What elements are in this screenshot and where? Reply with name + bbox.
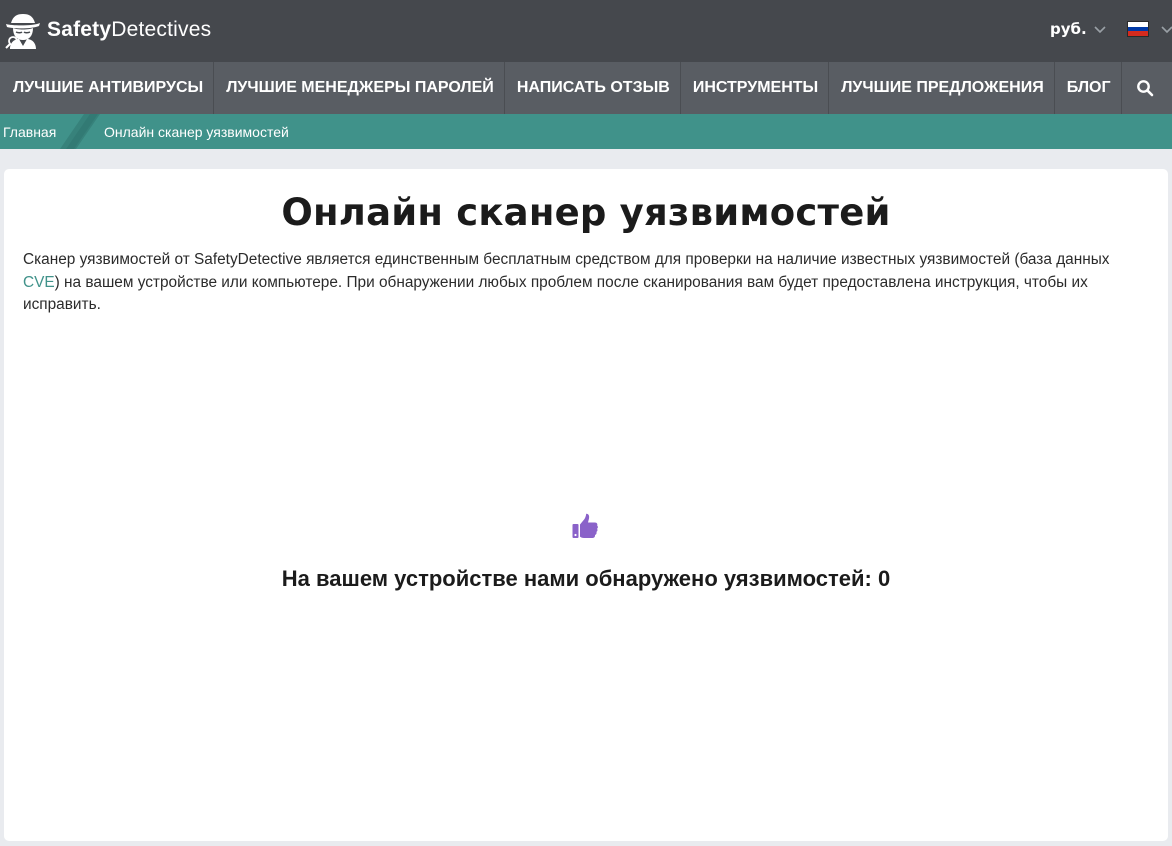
detective-logo-icon — [5, 14, 40, 49]
nav-item-best-antivirus[interactable]: ЛУЧШИЕ АНТИВИРУСЫ — [0, 62, 215, 114]
breadcrumb-current: Онлайн сканер уязвимостей — [104, 124, 289, 140]
search-button[interactable] — [1122, 62, 1168, 114]
nav-item-blog[interactable]: БЛОГ — [1055, 62, 1122, 114]
main-navigation: ЛУЧШИЕ АНТИВИРУСЫ ЛУЧШИЕ МЕНЕДЖЕРЫ ПАРОЛ… — [0, 62, 1172, 114]
cve-link[interactable]: CVE — [23, 274, 55, 291]
breadcrumb-separator — [60, 114, 100, 149]
currency-label: руб. — [1050, 20, 1087, 38]
chevron-down-icon — [1161, 26, 1172, 34]
intro-text-start: Сканер уязвимостей от SafetyDetective яв… — [23, 251, 1110, 268]
page-title: Онлайн сканер уязвимостей — [281, 191, 891, 234]
nav-item-write-review[interactable]: НАПИСАТЬ ОТЗЫВ — [505, 62, 681, 114]
content-card: Онлайн сканер уязвимостей Сканер уязвимо… — [4, 169, 1168, 841]
language-selector[interactable] — [1127, 20, 1172, 38]
thumbs-up-icon — [572, 513, 598, 538]
intro-text-end: ) на вашем устройстве или компьютере. Пр… — [23, 273, 1088, 314]
logo-link[interactable]: SafetyDetectives — [3, 10, 211, 50]
nav-item-best-password-managers[interactable]: ЛУЧШИЕ МЕНЕДЖЕРЫ ПАРОЛЕЙ — [214, 62, 505, 114]
breadcrumb-home-link[interactable]: Главная — [3, 124, 56, 140]
logo-wordmark: SafetyDetectives — [47, 18, 212, 41]
intro-paragraph: Сканер уязвимостей от SafetyDetective яв… — [23, 249, 1145, 317]
chevron-down-icon — [1094, 26, 1106, 34]
currency-selector[interactable]: руб. — [1050, 20, 1107, 38]
russian-flag-icon — [1127, 21, 1149, 37]
search-icon — [1136, 80, 1153, 97]
nav-item-tools[interactable]: ИНСТРУМЕНТЫ — [681, 62, 830, 114]
scan-result-text: На вашем устройстве нами обнаружено уязв… — [281, 566, 891, 591]
nav-item-best-deals[interactable]: ЛУЧШИЕ ПРЕДЛОЖЕНИЯ — [829, 62, 1055, 114]
breadcrumb: Главная Онлайн сканер уязвимостей — [0, 114, 1172, 149]
top-header: SafetyDetectives руб. — [0, 0, 1172, 62]
